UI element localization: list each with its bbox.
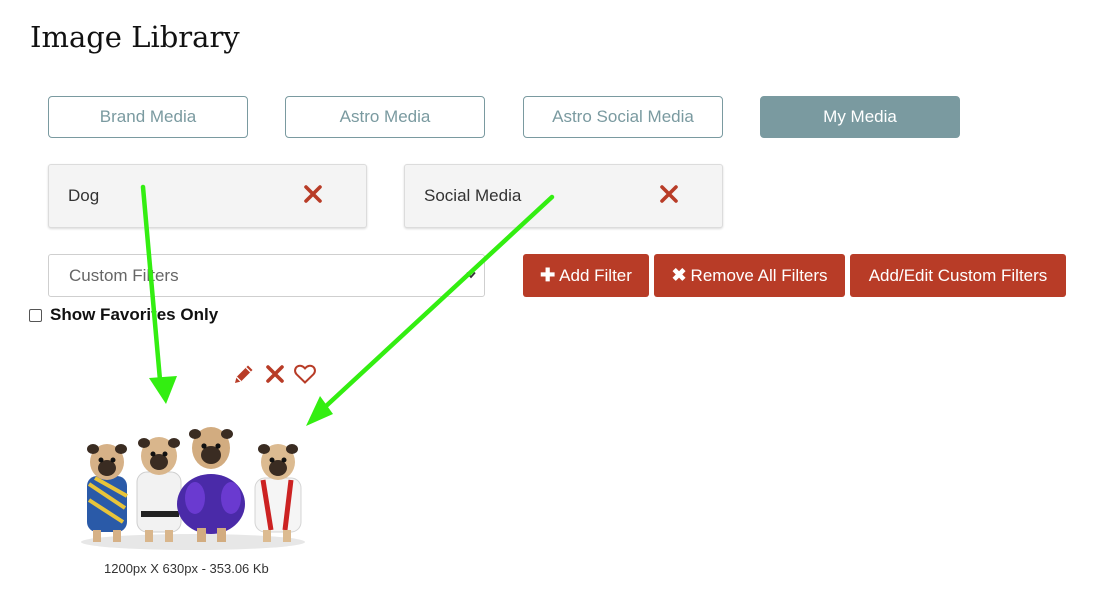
tab-brand-media[interactable]: Brand Media — [48, 96, 248, 138]
page-title: Image Library — [30, 20, 240, 54]
close-icon: ✖ — [671, 265, 687, 285]
gallery-image-pugs[interactable] — [75, 418, 311, 553]
heart-icon[interactable] — [293, 362, 317, 386]
favorites-label: Show Favorites Only — [50, 305, 219, 324]
filter-chip-social-media: Social Media — [404, 164, 723, 228]
chevron-down-icon — [466, 271, 476, 279]
favorites-toggle[interactable]: Show Favorites Only — [29, 305, 218, 325]
add-filter-button[interactable]: ✚ Add Filter — [523, 254, 649, 297]
tab-my-media[interactable]: My Media — [760, 96, 960, 138]
add-filter-label: Add Filter — [559, 265, 632, 285]
image-caption: 1200px X 630px - 353.06 Kb — [104, 561, 269, 576]
add-edit-custom-filters-button[interactable]: Add/Edit Custom Filters — [850, 254, 1066, 297]
pencil-icon[interactable] — [232, 362, 256, 386]
filter-chip-dog: Dog — [48, 164, 367, 228]
annotation-arrowhead-left — [149, 376, 177, 404]
filter-chip-label: Social Media — [424, 186, 522, 205]
remove-all-filters-label: Remove All Filters — [690, 265, 828, 285]
custom-filters-value: Custom Filters — [69, 265, 179, 285]
tab-astro-media[interactable]: Astro Media — [285, 96, 485, 138]
close-icon[interactable] — [660, 185, 678, 203]
tab-astro-social-media[interactable]: Astro Social Media — [523, 96, 723, 138]
add-edit-custom-filters-label: Add/Edit Custom Filters — [868, 265, 1048, 285]
custom-filters-select[interactable]: Custom Filters — [48, 254, 485, 297]
delete-icon[interactable] — [263, 362, 287, 386]
plus-icon: ✚ — [540, 265, 556, 285]
remove-all-filters-button[interactable]: ✖ Remove All Filters — [654, 254, 845, 297]
close-icon[interactable] — [304, 185, 322, 203]
annotation-arrow-right — [322, 194, 555, 410]
filter-chip-label: Dog — [68, 186, 100, 205]
favorites-checkbox[interactable] — [29, 308, 42, 322]
